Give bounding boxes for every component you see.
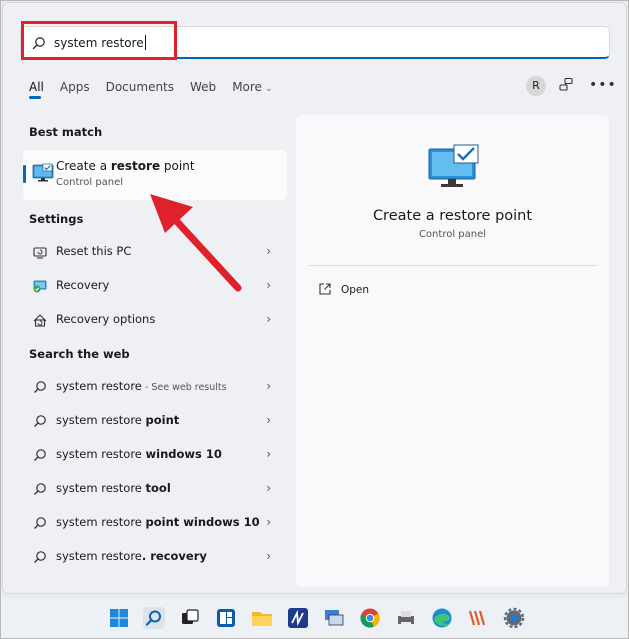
settings-gear-icon[interactable] [503,607,525,629]
taskbar [1,598,628,638]
widgets-icon[interactable] [215,607,237,629]
file-explorer-icon[interactable] [251,607,273,629]
annotation-arrow [150,194,242,292]
windows-start-icon[interactable] [108,607,130,629]
task-view-icon[interactable] [179,607,201,629]
app-icon[interactable] [287,607,309,629]
edge-icon[interactable] [431,607,453,629]
taskbar-search-icon[interactable] [143,607,165,629]
chrome-icon[interactable] [359,607,381,629]
printer-app-icon[interactable] [395,607,417,629]
remote-desktop-icon[interactable] [323,607,345,629]
app-icon[interactable] [467,607,489,629]
